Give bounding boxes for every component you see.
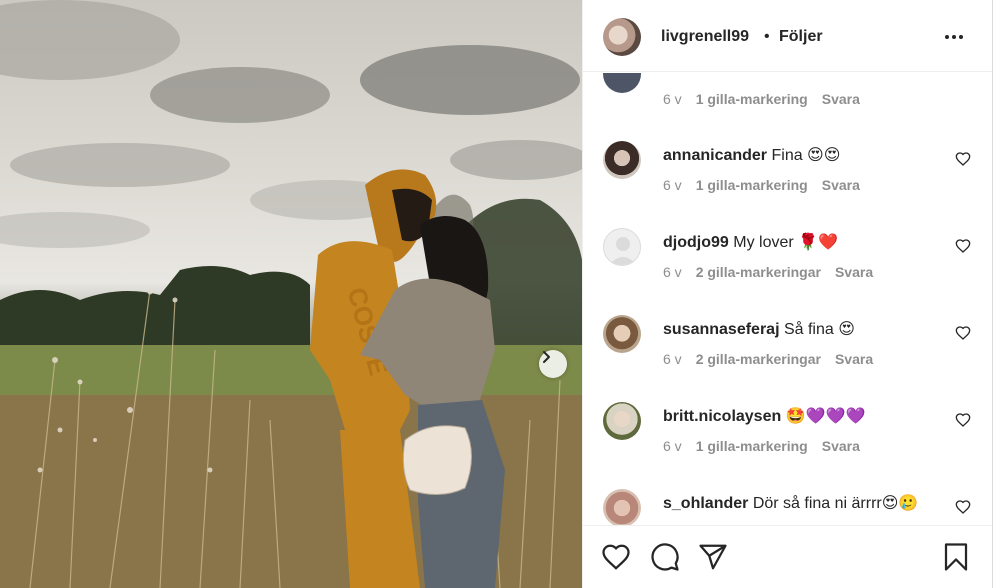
comment-item: djodjo99 My lover 🌹❤️ 6 v 2 gilla-markeri… bbox=[583, 228, 992, 315]
header-separator: • bbox=[764, 28, 770, 45]
comment-meta: 6 v 1 gilla-markering Svara bbox=[663, 91, 874, 107]
comment-item: annanicander Fina 😍😍 6 v 1 gilla-markerin… bbox=[583, 141, 992, 228]
default-avatar-icon bbox=[609, 237, 637, 265]
reply-button[interactable]: Svara bbox=[822, 91, 860, 107]
follow-status-button[interactable]: Följer bbox=[779, 28, 823, 46]
reply-button[interactable]: Svara bbox=[835, 264, 873, 280]
comment-item: s_ohlander Dör så fina ni ärrrr😍🥲 bbox=[583, 489, 992, 525]
post-header: livgrenell99 • Följer bbox=[583, 0, 992, 72]
comment-body: s_ohlander Dör så fina ni ärrrr😍🥲 bbox=[663, 493, 918, 513]
comment-likes[interactable]: 1 gilla-markering bbox=[696, 91, 808, 107]
bookmark-icon[interactable] bbox=[941, 542, 971, 572]
comment-meta: 6 v 1 gilla-markering Svara bbox=[663, 438, 874, 454]
author-username[interactable]: livgrenell99 bbox=[661, 28, 749, 46]
more-options-icon[interactable] bbox=[945, 31, 967, 43]
comment-text: 🤩💜💜💜 bbox=[785, 408, 866, 425]
comment-likes[interactable]: 1 gilla-markering bbox=[696, 438, 808, 454]
comment-item: susannaseferaj Så fina 😍 6 v 2 gilla-mark… bbox=[583, 315, 992, 402]
comment-meta: 6 v 2 gilla-markeringar Svara bbox=[663, 351, 887, 367]
chevron-right-icon bbox=[543, 351, 550, 363]
next-photo-button[interactable] bbox=[539, 350, 567, 378]
comment-likes[interactable]: 2 gilla-markeringar bbox=[696, 264, 821, 280]
author-avatar[interactable] bbox=[603, 18, 641, 56]
comment-text: Så fina 😍 bbox=[783, 321, 855, 338]
comment-time: 6 v bbox=[663, 91, 682, 107]
comment-item: britt.nicolaysen 🤩💜💜💜 6 v 1 gilla-markeri… bbox=[583, 402, 992, 489]
commenter-avatar[interactable] bbox=[603, 141, 641, 179]
post-side-panel: livgrenell99 • Följer 6 v 1 gilla-markeri… bbox=[582, 0, 993, 588]
comment-text: My lover 🌹❤️ bbox=[733, 234, 838, 251]
comment-time: 6 v bbox=[663, 264, 682, 280]
commenter-avatar-placeholder[interactable] bbox=[603, 228, 641, 266]
comment-body: annanicander Fina 😍😍 bbox=[663, 145, 840, 165]
commenter-username[interactable]: s_ohlander bbox=[663, 495, 748, 512]
reply-button[interactable]: Svara bbox=[822, 438, 860, 454]
comment-body: susannaseferaj Så fina 😍 bbox=[663, 319, 855, 339]
comment-text: Dör så fina ni ärrrr😍🥲 bbox=[752, 495, 919, 512]
comment-body: djodjo99 My lover 🌹❤️ bbox=[663, 232, 838, 252]
comment-text: Fina 😍😍 bbox=[771, 147, 841, 164]
photo-scene: COSTE bbox=[0, 0, 582, 588]
comments-list[interactable]: 6 v 1 gilla-markering Svara annanicander F… bbox=[583, 73, 992, 525]
comment-time: 6 v bbox=[663, 351, 682, 367]
like-comment-heart-icon[interactable] bbox=[955, 499, 971, 515]
comment-icon[interactable] bbox=[650, 542, 680, 572]
comment-body: britt.nicolaysen 🤩💜💜💜 bbox=[663, 406, 865, 426]
send-icon[interactable] bbox=[698, 542, 728, 572]
comment-meta: 6 v 2 gilla-markeringar Svara bbox=[663, 264, 887, 280]
commenter-username[interactable]: annanicander bbox=[663, 147, 767, 164]
commenter-username[interactable]: susannaseferaj bbox=[663, 321, 780, 338]
reply-button[interactable]: Svara bbox=[822, 177, 860, 193]
commenter-avatar[interactable] bbox=[603, 315, 641, 353]
comment-likes[interactable]: 1 gilla-markering bbox=[696, 177, 808, 193]
comment-time: 6 v bbox=[663, 438, 682, 454]
like-comment-heart-icon[interactable] bbox=[955, 151, 971, 167]
like-comment-heart-icon[interactable] bbox=[955, 412, 971, 428]
post-actions-bar bbox=[583, 525, 992, 588]
commenter-username[interactable]: djodjo99 bbox=[663, 234, 729, 251]
comment-time: 6 v bbox=[663, 177, 682, 193]
heart-icon[interactable] bbox=[601, 542, 631, 572]
commenter-avatar[interactable] bbox=[603, 73, 641, 93]
like-comment-heart-icon[interactable] bbox=[955, 325, 971, 341]
reply-button[interactable]: Svara bbox=[835, 351, 873, 367]
comment-likes[interactable]: 2 gilla-markeringar bbox=[696, 351, 821, 367]
commenter-username[interactable]: britt.nicolaysen bbox=[663, 408, 781, 425]
like-comment-heart-icon[interactable] bbox=[955, 238, 971, 254]
post-photo[interactable]: COSTE bbox=[0, 0, 582, 588]
comment-item: 6 v 1 gilla-markering Svara bbox=[583, 73, 992, 142]
commenter-avatar[interactable] bbox=[603, 489, 641, 525]
commenter-avatar[interactable] bbox=[603, 402, 641, 440]
comment-meta: 6 v 1 gilla-markering Svara bbox=[663, 177, 874, 193]
